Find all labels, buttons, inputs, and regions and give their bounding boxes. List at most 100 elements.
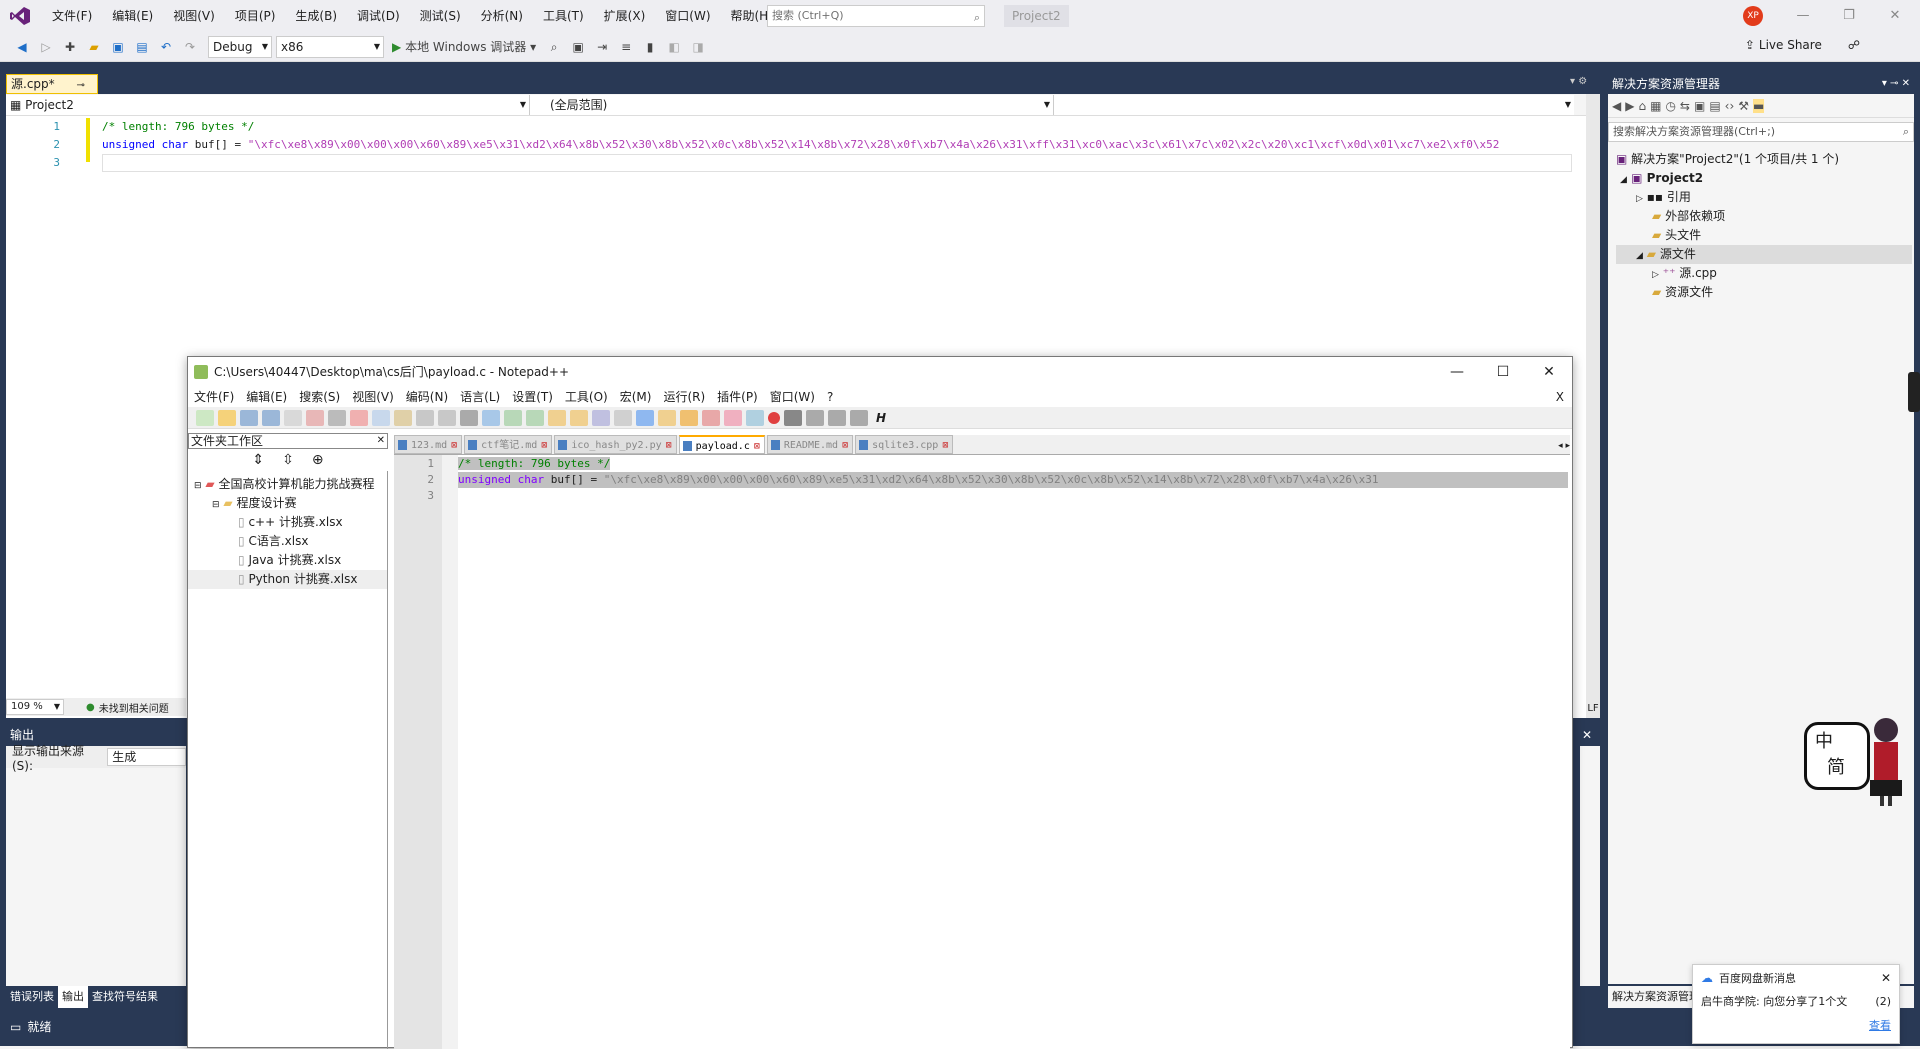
zoom-select[interactable]: 109 % ▼ <box>6 699 64 715</box>
close-tab-icon[interactable]: ⊠ <box>754 441 760 452</box>
indent-guide-icon[interactable] <box>636 409 654 426</box>
npp-menu-tools[interactable]: 工具(O) <box>559 387 614 407</box>
bookmark-prev-icon[interactable]: ◧ <box>664 36 684 58</box>
side-handle[interactable] <box>1908 372 1920 412</box>
configuration-select[interactable]: Debug ▼ <box>208 35 272 58</box>
unfold-all-icon[interactable]: ⇕ <box>252 452 264 468</box>
close-notification-icon[interactable]: ✕ <box>1881 971 1891 985</box>
tree-file[interactable]: ▯ c++ 计挑赛.xlsx <box>188 513 387 532</box>
comment-icon[interactable]: ≡ <box>616 36 636 58</box>
tree-source-cpp[interactable]: ▷ ⁺⁺ 源.cpp <box>1616 264 1912 283</box>
fold-all-icon[interactable]: ⇳ <box>282 452 294 468</box>
function-list-icon[interactable] <box>702 409 720 426</box>
forward-icon[interactable]: ▶ <box>1625 99 1634 113</box>
menu-debug[interactable]: 调试(D) <box>347 0 410 32</box>
save-all-icon[interactable] <box>262 409 280 426</box>
undo-icon[interactable] <box>416 409 434 426</box>
udl-icon[interactable] <box>658 409 676 426</box>
tree-subfolder[interactable]: ⊟ ▰ 程度设计赛 <box>188 494 387 513</box>
record-macro-icon[interactable] <box>768 411 780 424</box>
screenshot-icon[interactable]: ▣ <box>568 36 588 58</box>
close-button[interactable]: ✕ <box>1872 0 1918 32</box>
editor-vertical-scrollbar[interactable] <box>1586 94 1600 718</box>
tree-header-files[interactable]: ▰ 头文件 <box>1616 226 1912 245</box>
close-file-icon[interactable] <box>284 409 302 426</box>
save-all-icon[interactable]: ▤ <box>132 36 152 58</box>
copy-icon[interactable] <box>372 409 390 426</box>
indent-icon[interactable]: ⇥ <box>592 36 612 58</box>
word-wrap-icon[interactable] <box>592 409 610 426</box>
solution-search-input[interactable]: 搜索解决方案资源管理器(Ctrl+;) ⌕ <box>1608 122 1914 142</box>
npp-menu-edit[interactable]: 编辑(E) <box>240 387 293 407</box>
undo-icon[interactable]: ↶ <box>156 36 176 58</box>
npp-tab-ctf-notes[interactable]: ctf笔记.md ⊠ <box>464 435 553 454</box>
code-area[interactable]: /* length: 796 bytes */ unsigned char bu… <box>102 118 1572 172</box>
new-project-icon[interactable]: ✚ <box>60 36 80 58</box>
tab-source-cpp[interactable]: 源.cpp* ⊸ ✕ <box>6 74 98 111</box>
tree-root-folder[interactable]: ⊟ ▰ 全国高校计算机能力挑战赛程 <box>188 475 387 494</box>
menu-build[interactable]: 生成(B) <box>285 0 347 32</box>
run-macro-multiple-icon[interactable] <box>828 409 846 426</box>
doc-map-icon[interactable] <box>680 409 698 426</box>
tab-output[interactable]: 输出 <box>58 986 88 1008</box>
view-link[interactable]: 查看 <box>1693 1011 1899 1033</box>
open-file-icon[interactable] <box>218 409 236 426</box>
tree-references[interactable]: ▷ ▪▪ 引用 <box>1616 188 1912 207</box>
npp-close-doc-button[interactable]: X <box>1550 387 1572 407</box>
tab-scroll-arrows-icon[interactable]: ◂ ▸ <box>1558 441 1570 454</box>
locate-file-icon[interactable]: ⊕ <box>312 452 324 468</box>
restore-button[interactable]: ❐ <box>1826 0 1872 32</box>
menu-edit[interactable]: 编辑(E) <box>102 0 163 32</box>
menu-tools[interactable]: 工具(T) <box>533 0 594 32</box>
npp-menu-help[interactable]: ? <box>821 387 839 407</box>
show-all-files-icon[interactable]: ▤ <box>1709 99 1720 113</box>
tree-project[interactable]: ◢ ▣ Project2 <box>1616 169 1912 188</box>
hex-editor-icon[interactable]: H <box>872 410 890 426</box>
start-debugging-button[interactable]: ▶ 本地 Windows 调试器 ▾ <box>392 36 540 58</box>
tree-resource-files[interactable]: ▰ 资源文件 <box>1616 283 1912 302</box>
npp-tab-123-md[interactable]: 123.md ⊠ <box>394 435 463 454</box>
switch-view-icon[interactable]: ▦ <box>1650 99 1661 113</box>
save-icon[interactable] <box>240 409 258 426</box>
tree-file[interactable]: ▯ C语言.xlsx <box>188 532 387 551</box>
play-macro-icon[interactable] <box>806 409 824 426</box>
minimize-button[interactable]: — <box>1780 0 1826 32</box>
npp-menu-language[interactable]: 语言(L) <box>454 387 506 407</box>
npp-code-area[interactable]: /* length: 796 bytes */ unsigned char bu… <box>458 456 1568 504</box>
npp-tab-ico-hash[interactable]: ico_hash_py2.py ⊠ <box>554 435 677 454</box>
tree-solution-root[interactable]: ▣ 解决方案"Project2"(1 个项目/共 1 个) <box>1616 150 1912 169</box>
npp-tab-readme[interactable]: README.md ⊠ <box>766 435 854 454</box>
stop-macro-icon[interactable] <box>784 409 802 426</box>
save-macro-icon[interactable] <box>850 409 868 426</box>
close-tab-icon[interactable]: ⊠ <box>666 440 672 451</box>
npp-menu-macro[interactable]: 宏(M) <box>614 387 658 407</box>
npp-tab-sqlite3[interactable]: sqlite3.cpp ⊠ <box>855 435 954 454</box>
output-scrollbar[interactable] <box>1580 746 1600 986</box>
npp-close-button[interactable]: ✕ <box>1526 357 1572 387</box>
redo-icon[interactable] <box>438 409 456 426</box>
menu-view[interactable]: 视图(V) <box>163 0 225 32</box>
tree-file[interactable]: ▯ Java 计挑赛.xlsx <box>188 551 387 570</box>
find-icon[interactable] <box>460 409 478 426</box>
back-icon[interactable]: ◀ <box>1612 99 1621 113</box>
npp-editor[interactable]: 1 2 3 /* length: 796 bytes */ unsigned c… <box>394 455 1570 1049</box>
project-scope-select[interactable]: ▦ Project2 ▼ <box>6 94 530 115</box>
preview-icon[interactable]: ▬ <box>1753 98 1765 113</box>
sync-vertical-icon[interactable] <box>548 409 566 426</box>
npp-menu-run[interactable]: 运行(R) <box>657 387 711 407</box>
menu-extensions[interactable]: 扩展(X) <box>594 0 656 32</box>
output-close-icon[interactable]: ✕ <box>1574 724 1600 746</box>
close-tab-icon[interactable]: ⊠ <box>541 440 547 451</box>
close-tab-icon[interactable]: ⊠ <box>942 440 948 451</box>
history-icon[interactable]: ◷ <box>1665 99 1675 113</box>
sync-horizontal-icon[interactable] <box>570 409 588 426</box>
npp-maximize-button[interactable]: ☐ <box>1480 357 1526 387</box>
panel-options-icon[interactable]: ▾ ⊸ ✕ <box>1882 74 1910 94</box>
tab-overflow-icon[interactable]: ▾ ⚙ <box>1570 76 1587 87</box>
collapse-all-icon[interactable]: ▣ <box>1694 99 1705 113</box>
global-scope-select[interactable]: (全局范围) ▼ <box>530 94 1054 115</box>
sync-icon[interactable]: ⇆ <box>1680 99 1690 113</box>
menu-window[interactable]: 窗口(W) <box>655 0 720 32</box>
menu-project[interactable]: 项目(P) <box>225 0 286 32</box>
folder-as-workspace-icon[interactable] <box>724 409 742 426</box>
